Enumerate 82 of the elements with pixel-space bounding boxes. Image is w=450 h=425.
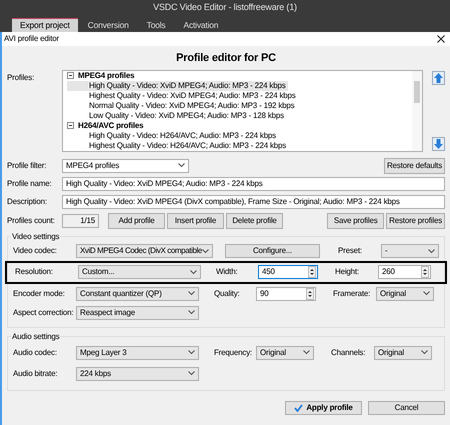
number-field[interactable]: 90	[256, 286, 316, 300]
dropdown[interactable]: MPEG4 profiles	[62, 158, 189, 172]
tab[interactable]: Tools	[138, 18, 174, 32]
field-label: Height:	[335, 266, 360, 278]
field-label: Profiles count:	[7, 214, 56, 226]
apply-button[interactable]: Apply profile	[285, 400, 362, 414]
profile-item[interactable]: Normal Quality - Video: XviD MPEG4; Audio: MP3 - 192 kbps	[67, 100, 296, 110]
group-header[interactable]: H264/AVC profiles	[78, 120, 144, 130]
field-label: Audio bitrate:	[13, 368, 58, 380]
action-button[interactable]: Add profile	[108, 212, 165, 228]
caret-icon	[190, 270, 197, 274]
tab[interactable]: Export project	[12, 18, 78, 32]
collapse-icon[interactable]	[67, 72, 74, 79]
caret-icon	[178, 163, 185, 168]
field-label: Quality:	[214, 288, 241, 300]
field-label: Audio codec:	[13, 346, 58, 358]
dialog-title: AVI profile editor	[4, 33, 59, 45]
field-label: Description:	[7, 196, 48, 208]
cancel-button[interactable]: Cancel	[368, 400, 445, 414]
field-label: Video codec:	[13, 245, 58, 257]
number-field[interactable]: 260	[378, 265, 431, 279]
caret-icon	[188, 310, 195, 315]
close-icon[interactable]	[437, 35, 445, 43]
field-label: Framerate:	[333, 288, 372, 300]
dropdown[interactable]: XviD MPEG4 Codec (DivX compatible	[76, 244, 213, 258]
field-label: Channels:	[331, 346, 366, 358]
action-button[interactable]: Insert profile	[167, 212, 224, 228]
dropdown[interactable]: Original	[256, 346, 314, 360]
dropdown[interactable]: Constant quantizer (QP)	[76, 286, 199, 300]
field-label: Frequency:	[214, 346, 254, 358]
profile-item[interactable]: Highest Quality - Video: H264/AVC; Audio: MP3 - 224 kbps	[67, 140, 288, 150]
dropdown[interactable]: Reaspect image	[76, 306, 199, 320]
number-field[interactable]: 450	[258, 265, 318, 279]
collapse-icon[interactable]	[67, 122, 74, 129]
caret-icon	[188, 371, 195, 376]
dropdown[interactable]: Mpeg Layer 3	[76, 346, 199, 360]
field-label: Encoder mode:	[13, 288, 66, 300]
dropdown[interactable]: Original	[376, 286, 434, 300]
caret-icon	[188, 350, 195, 355]
configure-button[interactable]: Configure...	[224, 244, 320, 258]
down-arrow-icon[interactable]	[432, 136, 445, 150]
action-button[interactable]: Restore defaults	[384, 158, 445, 174]
caret-icon	[421, 350, 428, 355]
group-header[interactable]: MPEG4 profiles	[78, 70, 134, 80]
field-label: Width:	[216, 266, 238, 278]
caret-icon	[303, 350, 310, 355]
up-arrow-icon[interactable]	[432, 70, 445, 84]
caret-icon	[202, 248, 209, 254]
action-button[interactable]: Save profiles	[327, 212, 384, 228]
field-label: Aspect correction:	[13, 306, 74, 318]
tab[interactable]: Conversion	[80, 18, 137, 32]
count-field: 1/15	[62, 214, 99, 228]
profile-item[interactable]: High Quality - Video: H264/AVC; Audio: MP3 - 224 kbps	[67, 130, 278, 140]
text-field[interactable]: High Quality - Video: XviD MPEG4 (DivX compatible), Frame Size - Original; Audio: MP3 - 224 kbps	[62, 195, 445, 209]
group-title: Video settings	[11, 230, 60, 242]
caret-icon	[423, 291, 430, 296]
field-label: Profile filter:	[7, 160, 48, 172]
field-label: Resolution:	[15, 266, 54, 278]
dropdown[interactable]: Original	[374, 346, 432, 360]
caret-icon	[188, 291, 195, 296]
action-button[interactable]: Delete profile	[226, 212, 283, 228]
dropdown[interactable]: Custom...	[78, 265, 201, 279]
field-label: Profiles:	[7, 72, 36, 84]
profile-item[interactable]: High Quality - Video: XviD MPEG4; Audio: MP3 - 224 kbps	[67, 80, 288, 90]
field-label: Preset:	[338, 245, 363, 257]
profile-item[interactable]: Low Quality - Video: XviD MPEG4; Audio: MP3 - 128 kbps	[67, 110, 286, 120]
spin-arrows-icon[interactable]	[421, 266, 429, 278]
tab[interactable]: Activation	[175, 18, 226, 32]
dialog-heading: Profile editor for PC	[176, 51, 276, 66]
field-label: Profile name:	[7, 178, 53, 190]
action-button[interactable]: Restore profiles	[386, 212, 445, 228]
scrollbar[interactable]	[412, 70, 422, 150]
profile-item[interactable]: Highest Quality - Video: XviD MPEG4; Audio: MP3 - 224 kbps	[67, 90, 298, 100]
text-field[interactable]: High Quality - Video: XviD MPEG4; Audio: MP3 - 224 kbps	[62, 177, 445, 191]
spin-arrows-icon[interactable]	[308, 266, 316, 278]
caret-icon	[428, 248, 435, 254]
spin-arrows-icon[interactable]	[306, 288, 314, 300]
dropdown[interactable]: 224 kbps	[76, 366, 199, 380]
group-title: Audio settings	[11, 330, 60, 342]
check-icon	[294, 404, 304, 412]
app-title: VSDC Video Editor - listoffreeware (1)	[153, 1, 297, 14]
dropdown[interactable]: -	[380, 244, 439, 258]
